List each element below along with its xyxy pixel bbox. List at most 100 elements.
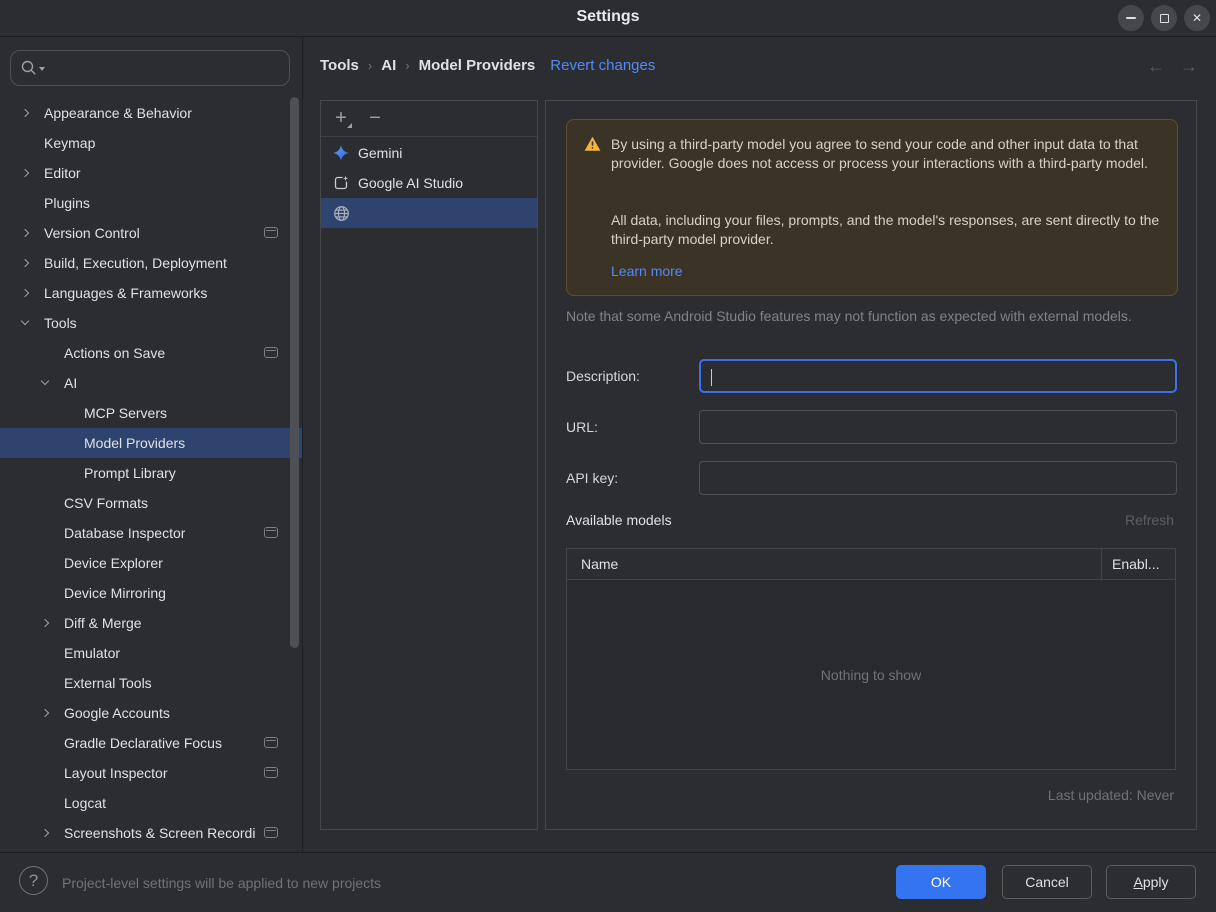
api-key-input[interactable] xyxy=(699,461,1177,495)
sidebar-item-appearance-behavior[interactable]: Appearance & Behavior xyxy=(0,98,302,128)
provider-item-new[interactable] xyxy=(321,198,537,228)
sidebar-item-gradle-declarative-focus[interactable]: Gradle Declarative Focus xyxy=(0,728,302,758)
forward-arrow-icon[interactable]: → xyxy=(1180,56,1198,77)
provider-settings-panel: By using a third-party model you agree t… xyxy=(545,100,1197,830)
breadcrumb-separator: › xyxy=(368,58,372,73)
breadcrumb-tools[interactable]: Tools xyxy=(320,57,359,74)
learn-more-link[interactable]: Learn more xyxy=(611,263,683,279)
project-settings-badge-icon xyxy=(264,767,278,778)
models-table: Name Enabl... Nothing to show xyxy=(566,548,1176,770)
dialog-footer: ? Project-level settings will be applied… xyxy=(0,852,1216,912)
breadcrumb-ai[interactable]: AI xyxy=(381,57,396,74)
cancel-button[interactable]: Cancel xyxy=(1002,865,1092,899)
footer-hint-text: Project-level settings will be applied t… xyxy=(62,853,381,912)
sidebar-item-model-providers[interactable]: Model Providers xyxy=(0,428,302,458)
sidebar-item-ai[interactable]: AI xyxy=(0,368,302,398)
provider-item-gemini[interactable]: Gemini xyxy=(321,138,537,168)
chevron-right-icon[interactable] xyxy=(41,619,50,628)
sidebar-item-languages-frameworks[interactable]: Languages & Frameworks xyxy=(0,278,302,308)
description-input[interactable] xyxy=(699,359,1177,393)
text-caret xyxy=(711,369,712,386)
chevron-right-icon[interactable] xyxy=(21,289,30,298)
minimize-icon xyxy=(1126,17,1136,19)
sidebar-item-build-execution-deployment[interactable]: Build, Execution, Deployment xyxy=(0,248,302,278)
chevron-right-icon[interactable] xyxy=(21,109,30,118)
sidebar-item-device-mirroring[interactable]: Device Mirroring xyxy=(0,578,302,608)
sidebar-item-mcp-servers[interactable]: MCP Servers xyxy=(0,398,302,428)
apply-button[interactable]: Apply xyxy=(1106,865,1196,899)
maximize-icon xyxy=(1160,14,1169,23)
chevron-right-icon[interactable] xyxy=(21,259,30,268)
models-table-header: Name Enabl... xyxy=(567,549,1175,580)
sidebar-item-keymap[interactable]: Keymap xyxy=(0,128,302,158)
add-provider-button[interactable]: + xyxy=(329,107,353,131)
chevron-right-icon[interactable] xyxy=(21,229,30,238)
sidebar-item-emulator[interactable]: Emulator xyxy=(0,638,302,668)
last-updated-text: Last updated: Never xyxy=(1048,787,1174,803)
close-button[interactable]: ✕ xyxy=(1184,5,1210,31)
warning-icon xyxy=(584,136,601,152)
chevron-down-icon[interactable] xyxy=(21,319,30,328)
sidebar-item-layout-inspector[interactable]: Layout Inspector xyxy=(0,758,302,788)
description-label: Description: xyxy=(566,359,640,393)
project-settings-badge-icon xyxy=(264,827,278,838)
ai-studio-icon xyxy=(333,175,349,191)
breadcrumb-separator: › xyxy=(405,58,409,73)
provider-list-panel: + − Gemini Google AI Studio xyxy=(320,100,538,830)
empty-state-text: Nothing to show xyxy=(821,667,921,683)
project-settings-badge-icon xyxy=(264,737,278,748)
sidebar-item-diff-merge[interactable]: Diff & Merge xyxy=(0,608,302,638)
column-enabled: Enabl... xyxy=(1112,549,1159,579)
sidebar-divider xyxy=(302,37,303,852)
warning-banner: By using a third-party model you agree t… xyxy=(566,119,1178,296)
sidebar-item-editor[interactable]: Editor xyxy=(0,158,302,188)
provider-item-google-ai-studio[interactable]: Google AI Studio xyxy=(321,168,537,198)
sidebar-item-database-inspector[interactable]: Database Inspector xyxy=(0,518,302,548)
sidebar-scrollbar[interactable] xyxy=(290,97,299,648)
sidebar-item-screenshots-screen-recording[interactable]: Screenshots & Screen Recordi xyxy=(0,818,302,848)
project-settings-badge-icon xyxy=(264,227,278,238)
refresh-button[interactable]: Refresh xyxy=(1125,512,1174,528)
settings-tree: Appearance & Behavior Keymap Editor Plug… xyxy=(0,37,302,852)
warning-text-2: All data, including your files, prompts,… xyxy=(611,211,1163,249)
ok-button[interactable]: OK xyxy=(896,865,986,899)
warning-text-1: By using a third-party model you agree t… xyxy=(611,135,1163,173)
sidebar-item-csv-formats[interactable]: CSV Formats xyxy=(0,488,302,518)
sidebar-item-google-accounts[interactable]: Google Accounts xyxy=(0,698,302,728)
gemini-icon xyxy=(333,145,349,161)
sidebar-item-external-tools[interactable]: External Tools xyxy=(0,668,302,698)
minimize-button[interactable] xyxy=(1118,5,1144,31)
url-input[interactable] xyxy=(699,410,1177,444)
remove-provider-button[interactable]: − xyxy=(363,107,387,131)
maximize-button[interactable] xyxy=(1151,5,1177,31)
sidebar-item-plugins[interactable]: Plugins xyxy=(0,188,302,218)
window-title: Settings xyxy=(0,8,1216,26)
provider-toolbar: + − xyxy=(321,101,537,137)
help-icon[interactable]: ? xyxy=(19,866,48,895)
sidebar-item-tools[interactable]: Tools xyxy=(0,308,302,338)
sidebar-item-logcat[interactable]: Logcat xyxy=(0,788,302,818)
chevron-right-icon[interactable] xyxy=(41,829,50,838)
back-arrow-icon[interactable]: ← xyxy=(1147,56,1165,77)
column-divider[interactable] xyxy=(1101,549,1102,579)
api-key-label: API key: xyxy=(566,461,618,495)
globe-icon xyxy=(333,205,350,222)
sidebar-item-prompt-library[interactable]: Prompt Library xyxy=(0,458,302,488)
title-bar: Settings ✕ xyxy=(0,0,1216,37)
sidebar-item-actions-on-save[interactable]: Actions on Save xyxy=(0,338,302,368)
project-settings-badge-icon xyxy=(264,527,278,538)
chevron-right-icon[interactable] xyxy=(21,169,30,178)
available-models-label: Available models xyxy=(566,512,672,528)
models-table-body: Nothing to show xyxy=(567,580,1175,769)
revert-changes-link[interactable]: Revert changes xyxy=(550,57,655,74)
close-icon: ✕ xyxy=(1192,11,1202,25)
chevron-right-icon[interactable] xyxy=(41,709,50,718)
chevron-down-icon[interactable] xyxy=(41,379,50,388)
url-label: URL: xyxy=(566,410,598,444)
sidebar-item-version-control[interactable]: Version Control xyxy=(0,218,302,248)
column-name: Name xyxy=(581,549,618,579)
breadcrumb: Tools › AI › Model Providers Revert chan… xyxy=(320,54,655,76)
sidebar-item-device-explorer[interactable]: Device Explorer xyxy=(0,548,302,578)
project-settings-badge-icon xyxy=(264,347,278,358)
breadcrumb-model-providers[interactable]: Model Providers xyxy=(419,57,536,74)
